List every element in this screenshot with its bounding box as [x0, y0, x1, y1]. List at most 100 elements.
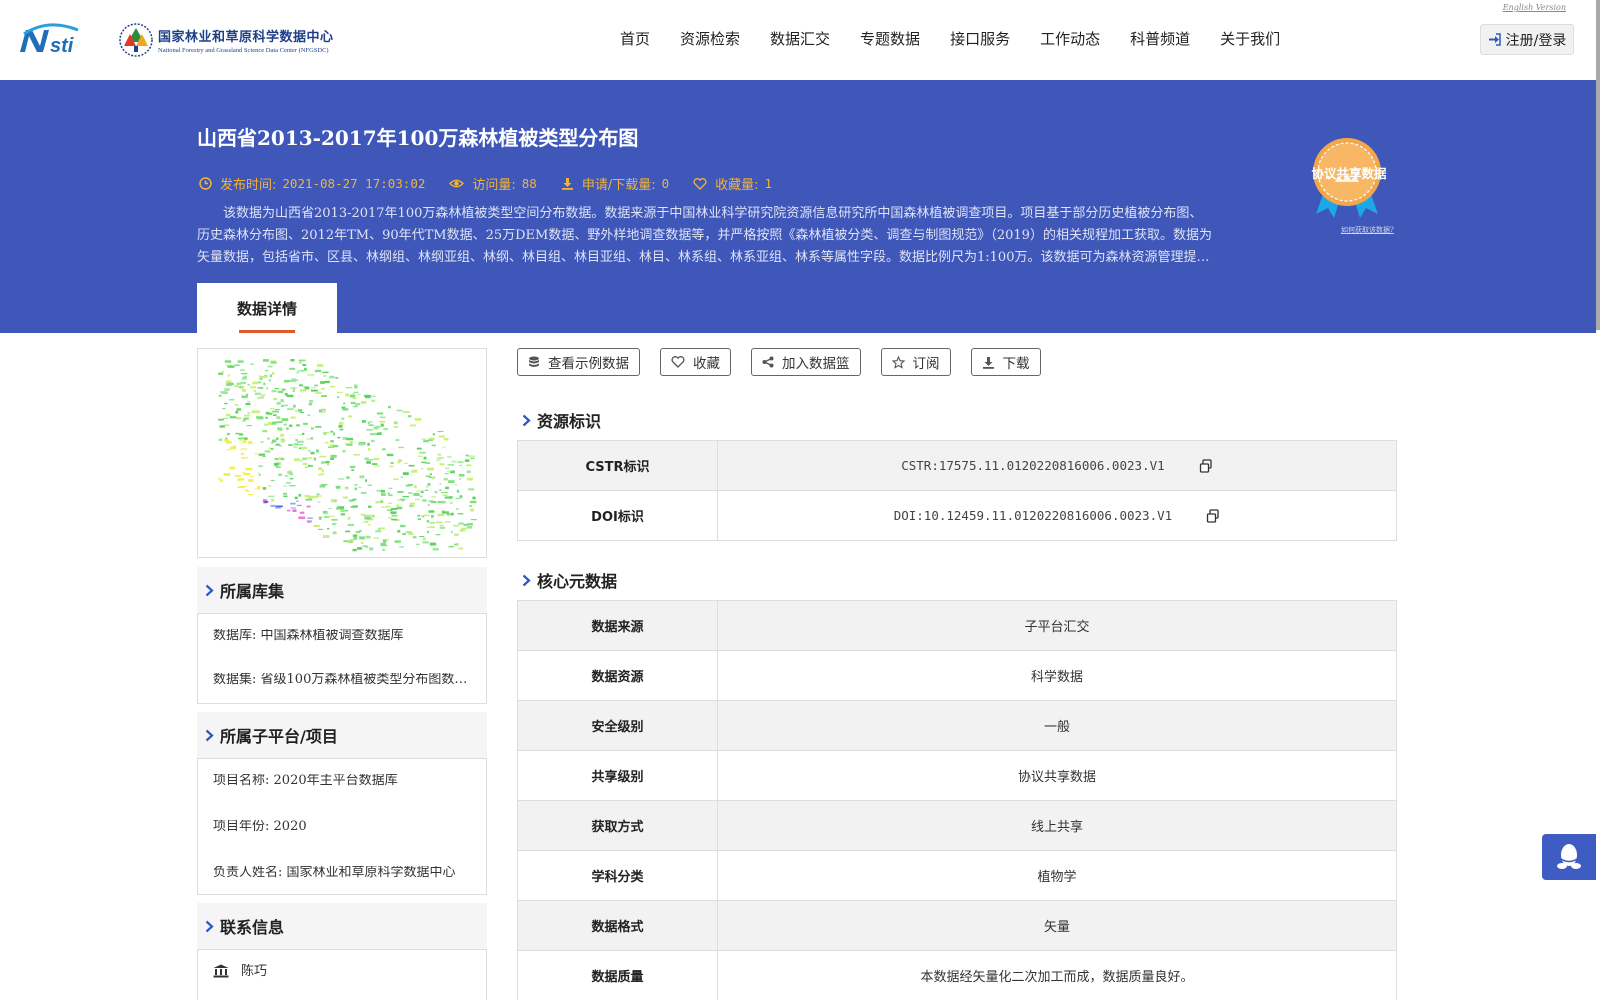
map-patch	[424, 489, 429, 491]
database-link[interactable]: 中国森林植被调查数据库	[261, 629, 404, 642]
map-patch	[234, 385, 239, 388]
table-row: 数据来源 子平台汇交	[517, 600, 1397, 651]
map-patch	[290, 416, 296, 419]
tab-data-details[interactable]: 数据详情	[197, 283, 337, 333]
map-patch	[445, 486, 449, 490]
contact-name: 陈巧	[241, 964, 268, 978]
nsti-logo[interactable]: sti	[18, 22, 98, 56]
map-patch	[311, 387, 316, 389]
map-patch	[354, 537, 358, 540]
subscribe-button[interactable]: 订阅	[880, 348, 951, 376]
share-icon	[762, 356, 774, 368]
map-patch	[441, 491, 448, 494]
map-patch	[289, 379, 297, 382]
map-patch	[370, 439, 375, 443]
dataset-thumbnail[interactable]	[197, 348, 487, 558]
map-patch	[241, 395, 248, 398]
map-patch	[396, 499, 401, 501]
map-patch	[300, 446, 308, 450]
svg-text:sti: sti	[50, 35, 74, 56]
map-patch	[237, 360, 244, 363]
map-patch	[383, 428, 389, 430]
map-patch	[348, 499, 356, 502]
map-patch	[352, 393, 355, 395]
action-bar: 查看示例数据 收藏 加入数据篮 订阅 下载	[517, 348, 1061, 376]
table-row: 获取方式 线上共享	[517, 800, 1397, 851]
map-patch	[236, 417, 242, 420]
chevron-right-icon	[205, 920, 214, 932]
map-patch	[423, 514, 430, 517]
map-patch	[429, 526, 435, 529]
map-patch	[455, 542, 459, 545]
library-section-heading: 所属库集	[197, 567, 487, 613]
favorite-button[interactable]: 收藏	[660, 348, 731, 376]
map-patch	[271, 371, 275, 375]
map-patch	[364, 457, 369, 460]
map-patch	[307, 517, 313, 519]
map-patch	[254, 488, 261, 490]
nav-science-channel[interactable]: 科普频道	[1130, 28, 1190, 49]
map-patch	[363, 514, 371, 517]
map-patch	[284, 392, 288, 396]
nav-thematic-data[interactable]: 专题数据	[860, 28, 920, 49]
map-patch	[344, 443, 350, 445]
map-patch	[331, 519, 338, 521]
table-row: 学科分类 植物学	[517, 850, 1397, 901]
nfgsdc-logo[interactable]: 国家林业和草原科学数据中心 National Forestry and Gras…	[118, 22, 334, 58]
map-patch	[253, 410, 261, 414]
map-patch	[243, 473, 251, 476]
map-patch	[447, 464, 455, 466]
map-patch	[273, 397, 278, 401]
contact-section-heading: 联系信息	[197, 903, 487, 949]
map-patch	[236, 382, 242, 385]
dataset-link[interactable]: 省级100万森林植被类型分布图数据集	[261, 673, 471, 686]
map-patch	[470, 457, 475, 459]
map-patch	[421, 515, 425, 518]
map-patch	[218, 438, 223, 441]
nav-home[interactable]: 首页	[620, 28, 650, 49]
map-patch	[281, 388, 286, 391]
qq-chat-button[interactable]	[1542, 834, 1596, 880]
map-patch	[416, 447, 422, 450]
map-patch	[319, 484, 326, 488]
copy-icon[interactable]	[1206, 509, 1220, 523]
doi-value: DOI:10.12459.11.0120220816006.0023.V1	[893, 507, 1173, 523]
map-patch	[220, 391, 227, 394]
map-patch	[289, 424, 293, 428]
map-patch	[422, 537, 426, 541]
copy-icon[interactable]	[1199, 459, 1213, 473]
download-button[interactable]: 下载	[970, 348, 1041, 376]
map-patch	[313, 457, 317, 461]
map-patch	[413, 493, 420, 496]
login-button[interactable]: 注册/登录	[1480, 24, 1574, 55]
map-patch	[459, 464, 463, 466]
map-patch	[272, 421, 279, 424]
map-patch	[329, 375, 335, 379]
meta-key: 数据质量	[517, 950, 718, 1000]
map-patch	[436, 459, 441, 461]
nav-about[interactable]: 关于我们	[1220, 28, 1280, 49]
nav-data-submission[interactable]: 数据汇交	[770, 28, 830, 49]
how-to-get-data-link[interactable]: 如何获取该数据?	[1341, 225, 1394, 235]
english-version-link[interactable]: English Version	[1503, 3, 1566, 12]
map-patch	[242, 439, 247, 442]
map-patch	[340, 513, 346, 516]
nav-news[interactable]: 工作动态	[1040, 28, 1100, 49]
map-patch	[373, 537, 380, 539]
map-patch	[306, 505, 311, 508]
view-sample-button[interactable]: 查看示例数据	[517, 348, 640, 376]
map-patch	[288, 444, 293, 446]
map-patch	[309, 399, 314, 403]
map-patch	[391, 518, 398, 521]
nav-resource-search[interactable]: 资源检索	[680, 28, 740, 49]
nav-api-service[interactable]: 接口服务	[950, 28, 1010, 49]
map-patch	[284, 475, 288, 477]
map-patch	[274, 388, 280, 390]
map-patch	[341, 417, 345, 420]
page-scrollbar[interactable]	[1596, 0, 1600, 330]
add-to-basket-button[interactable]: 加入数据篮	[751, 348, 861, 376]
map-patch	[465, 454, 469, 457]
dataset-description: 该数据为山西省2013-2017年100万森林植被类型空间分布数据。数据来源于中…	[197, 206, 1212, 265]
map-patch	[315, 392, 322, 394]
map-patch	[442, 446, 446, 448]
